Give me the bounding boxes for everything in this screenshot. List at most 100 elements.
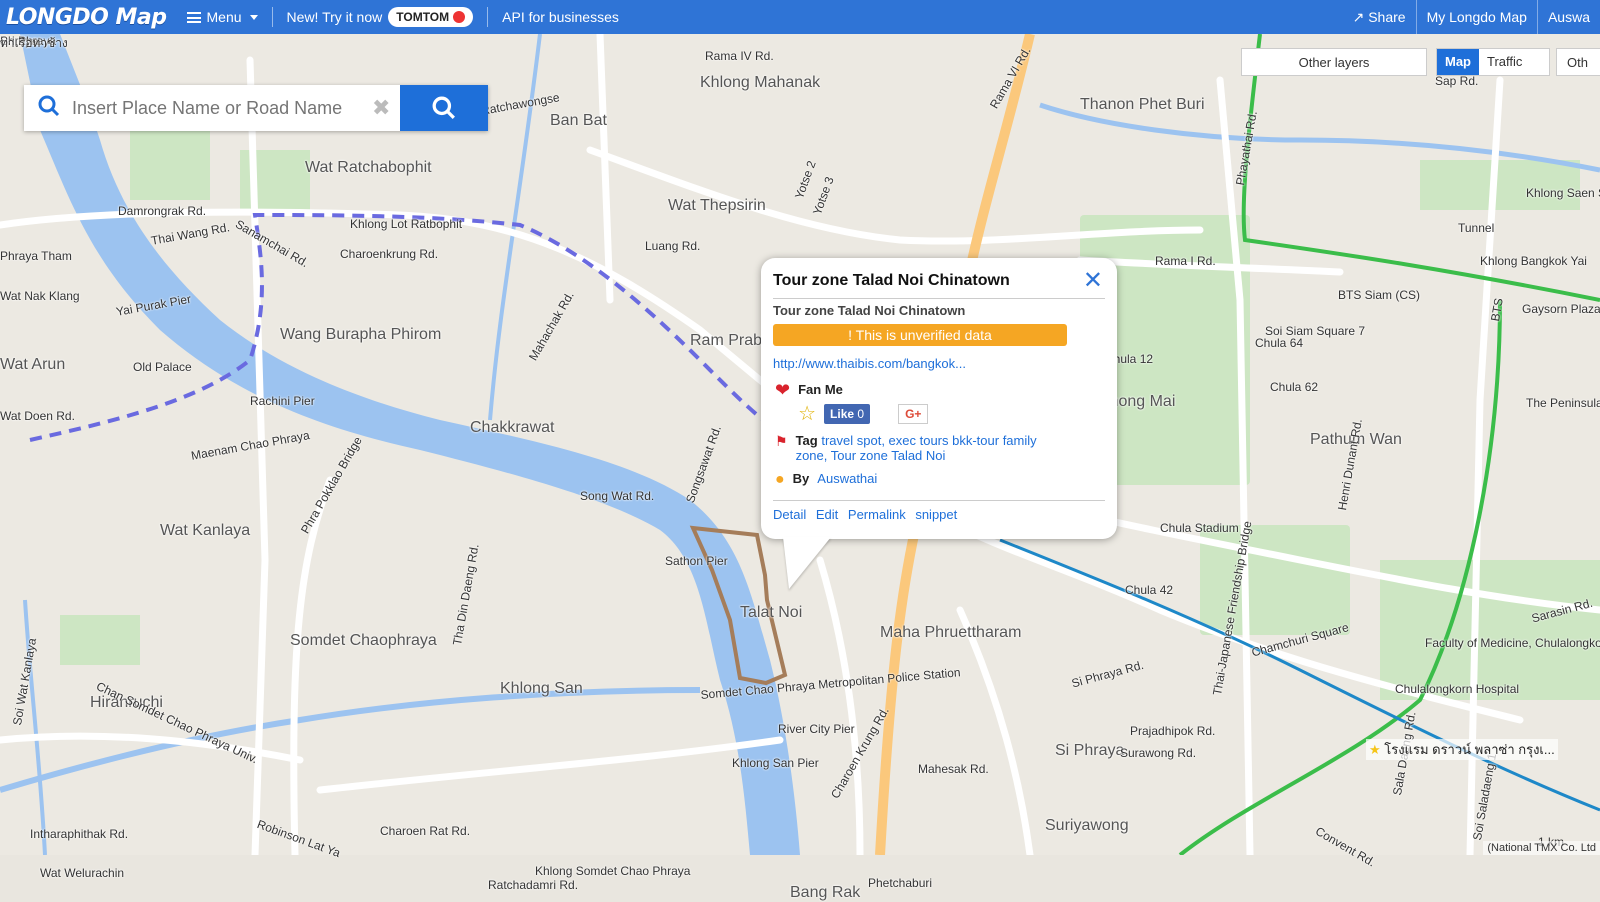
map-label: Wat Kanlaya [160,522,251,539]
like-label: Like [830,406,855,421]
share-icon: ↗ [1352,9,1365,25]
place-popup: Tour zone Talad Noi Chinatown ✕ Tour zon… [761,258,1117,589]
map-label: Chula Stadium [1160,521,1239,535]
fan-me-label[interactable]: Fan Me [798,382,928,397]
tomtom-label: TOMTOM [396,10,450,24]
tomtom-logo-icon [453,11,466,23]
map-label: River City Pier [778,722,855,736]
map-label: BTS Siam (CS) [1338,288,1421,302]
tags-list-2[interactable]: zone, Tour zone Talad Noi [796,448,946,463]
fan-row: ❤ Fan Me ☆ Like 0 G+ [775,380,929,426]
search-input[interactable] [70,96,364,120]
map-label: Si Phraya [1055,742,1125,759]
other-layers-select-2[interactable]: Oth [1556,48,1600,76]
my-longdo-map-link[interactable]: My Longdo Map [1415,0,1537,34]
hotel-name: โรงแรม ดราวน์ พลาซ่า กรุงเ... [1384,742,1555,757]
map-label: Old Palace [133,360,192,374]
map-label: Damrongrak Rd. [118,204,207,218]
search-box: ✖ [24,85,488,131]
popup-footer-links: Detail Edit Permalink snippet [773,500,1105,522]
map-label: Bang Rak [790,884,861,901]
map-label: Chakkrawat [470,419,555,436]
search-button[interactable] [400,85,488,131]
map-label: Rama IV Rd. [705,49,774,63]
map-label: ท่าเรือท่าช้าง [0,36,68,50]
user-menu[interactable]: Auswa [1536,0,1600,34]
author-row: ● By Auswathai [775,471,877,489]
search-icon [432,96,455,119]
map-label: Sathon Pier [665,554,728,568]
map-label: Surawong Rd. [1120,746,1197,760]
author-link[interactable]: Auswathai [817,471,877,486]
star-icon: ★ [1369,742,1381,757]
star-outline-icon[interactable]: ☆ [798,401,816,426]
map-label: The Peninsula [1526,396,1600,410]
unverified-warning: ! This is unverified data [773,324,1067,346]
map-label: Chula 62 [1270,380,1319,394]
clear-icon[interactable]: ✖ [372,95,390,121]
edit-link[interactable]: Edit [816,507,838,522]
caret-down-icon [249,14,258,20]
hamburger-icon [186,11,201,23]
by-label: By [792,471,810,486]
heart-icon: ❤ [775,380,791,400]
snippet-link[interactable]: snippet [915,507,957,522]
close-icon[interactable]: ✕ [1083,266,1103,295]
map-label: Ban Bat [550,112,607,129]
facebook-like-button[interactable]: Like 0 [824,403,871,424]
map-label: Tunnel [1458,221,1495,235]
map-label: Prajadhipok Rd. [1130,724,1216,738]
map-label: Khlong Bangkok Yai [1480,254,1587,268]
map-label: Luang Rd. [645,239,701,253]
like-count: 0 [857,406,865,421]
divider [487,7,489,27]
permalink-link[interactable]: Permalink [848,507,906,522]
google-plus-button[interactable]: G+ [898,403,929,424]
map-label: Suriyawong [1045,817,1129,834]
map-label: Khlong Saen Saep [1526,186,1600,200]
map-label: Ram Prab [690,332,763,349]
map-type-toggle: Map Traffic [1436,48,1550,76]
share-button[interactable]: ↗ Share [1343,0,1416,34]
api-link[interactable]: API for businesses [502,9,619,25]
search-icon [38,95,60,122]
map-label: Wat Nak Klang [0,289,80,303]
other-layers-select[interactable]: Other layers [1241,48,1427,76]
share-label: Share [1368,9,1406,25]
map-label: Wat Welurachin [40,866,125,880]
map-label: Faculty of Medicine, Chulalongkorn [1425,636,1600,650]
map-label: Wat Thepsirin [668,197,766,214]
tag-label: Tag [795,433,818,448]
user-icon: ● [775,471,785,488]
top-right-links: ↗ Share My Longdo Map Auswa [1343,0,1600,34]
menu-button[interactable]: Menu [186,9,258,25]
map-label: Khlong San Pier [732,756,819,770]
map-label: Charoen Rat Rd. [380,824,471,838]
popup-subtitle: Tour zone Talad Noi Chinatown [773,298,1105,318]
map-label: Wat Ratchabophit [305,159,432,176]
map-label: Phetchaburi [868,876,933,890]
other-layers-label: Other layers [1298,54,1370,70]
divider [271,7,273,27]
map-label: Rachini Pier [250,394,315,408]
hotel-label[interactable]: ★ โรงแรม ดราวน์ พลาซ่า กรุงเ... [1366,739,1558,760]
place-url-link[interactable]: http://www.thaibis.com/bangkok... [773,356,966,371]
map-label: Chula 64 [1255,336,1304,350]
longdo-logo[interactable]: LONGDO Map [6,5,167,30]
new-try-link[interactable]: New! Try it now [287,9,383,25]
map-type-map-button[interactable]: Map [1437,49,1479,75]
detail-link[interactable]: Detail [773,507,806,522]
map-label: Khlong Mahanak [700,74,821,91]
map-label: Khlong Lot Ratbophit [350,217,463,231]
tomtom-badge[interactable]: TOMTOM [388,7,474,27]
map-label: Song Wat Rd. [580,489,655,503]
map-label: Ratchadamri Rd. [488,878,579,892]
map-label: Charoenkrung Rd. [340,247,439,261]
map-label: Phraya Tham [0,249,72,263]
map-label: Khlong Somdet Chao Phraya [535,864,691,878]
map-label: Chula 42 [1125,583,1174,597]
map-type-traffic-button[interactable]: Traffic [1479,49,1530,75]
popup-title: Tour zone Talad Noi Chinatown [773,272,1010,289]
map-label: Talat Noi [740,604,803,621]
tags-list[interactable]: travel spot, exec tours bkk-tour family [821,433,1036,448]
